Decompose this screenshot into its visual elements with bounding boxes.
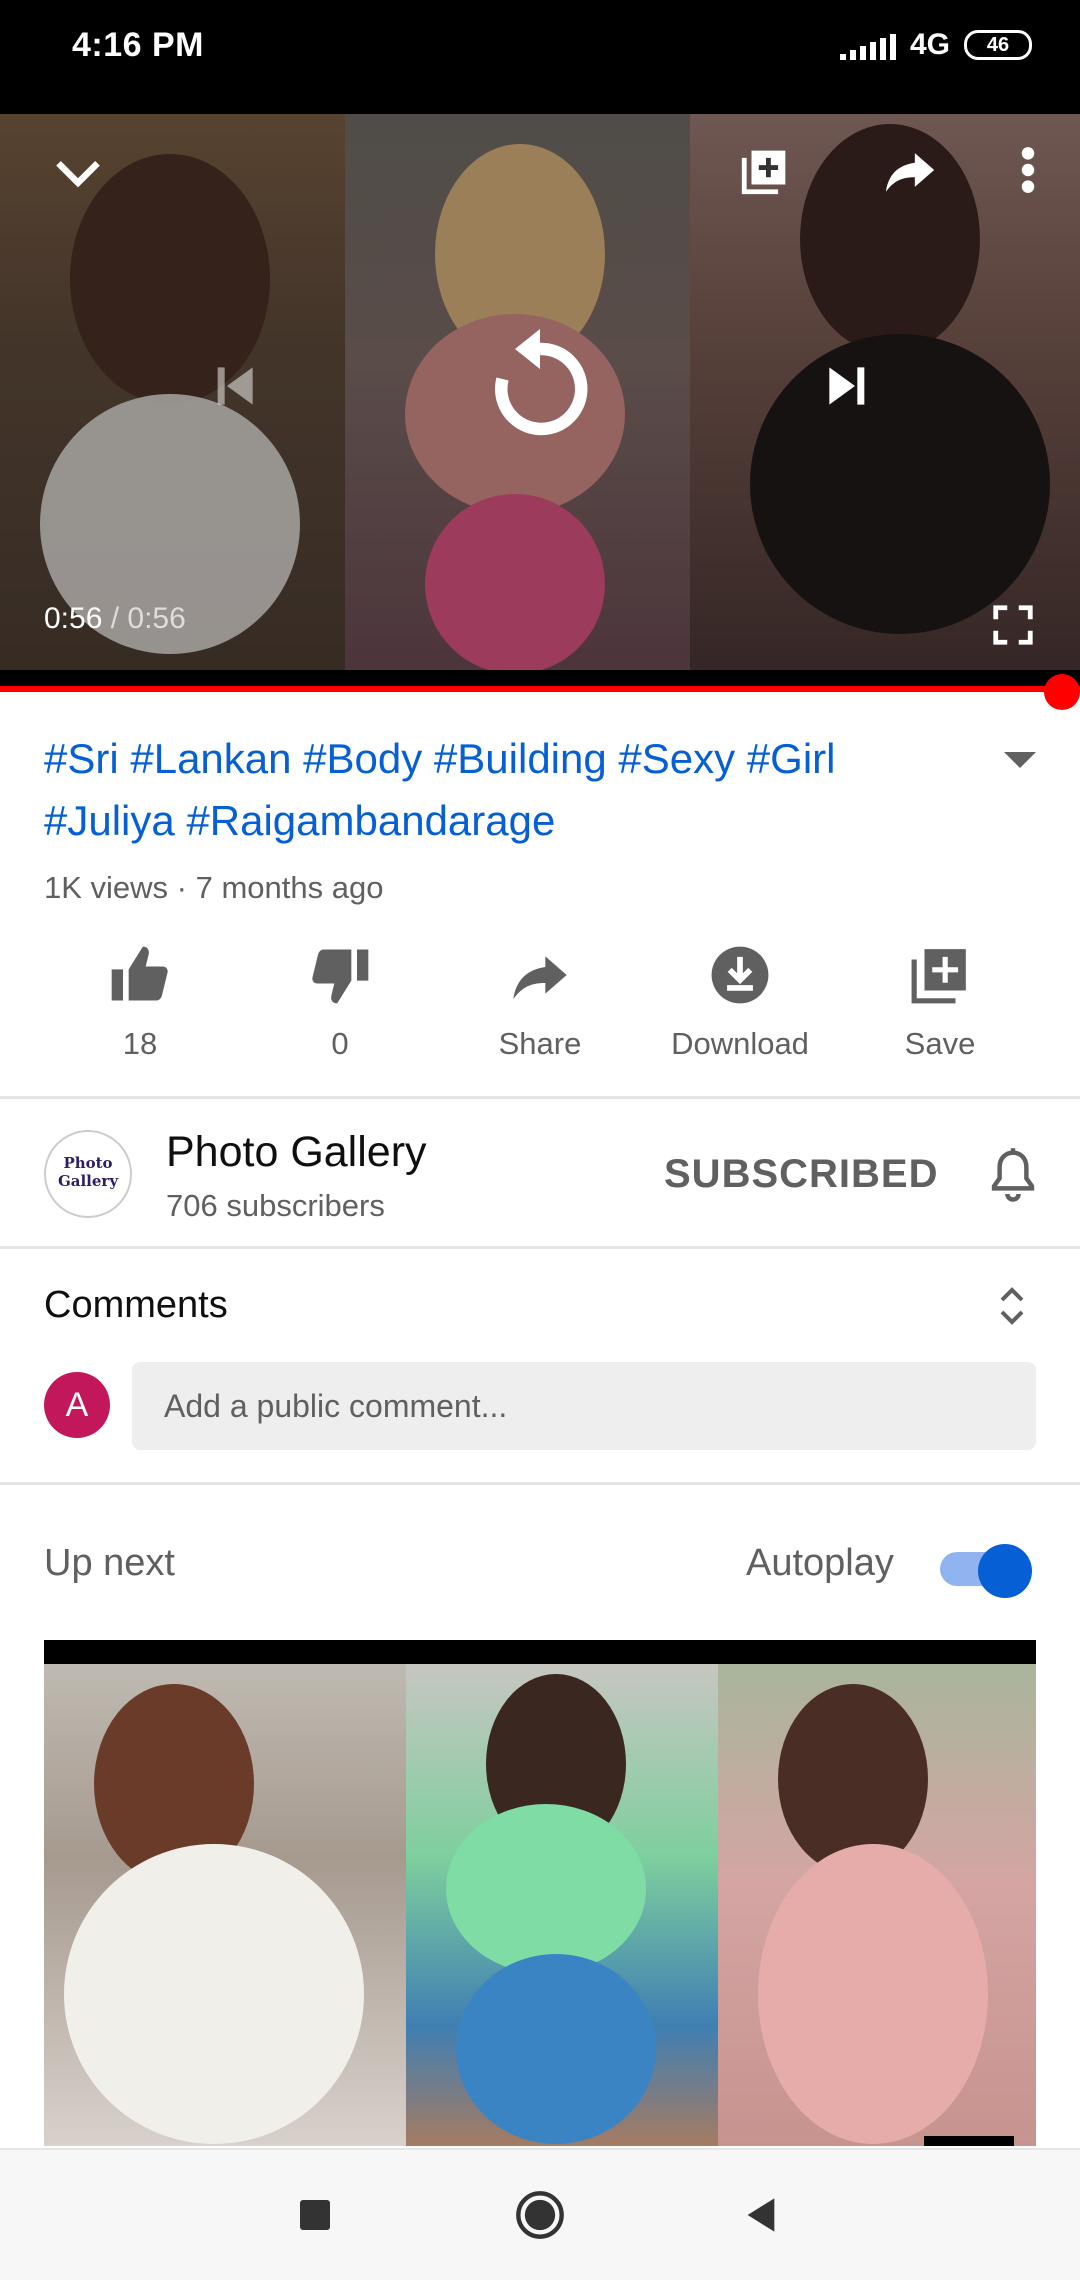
autoplay-knob	[978, 1544, 1032, 1598]
divider	[0, 1246, 1080, 1249]
action-bar: 18 0 Share Download Save	[0, 930, 1080, 1090]
autoplay-label: Autoplay	[746, 1542, 894, 1584]
progress-bar[interactable]	[0, 686, 1080, 692]
share-icon[interactable]	[870, 130, 950, 210]
share-label: Share	[498, 1026, 582, 1061]
home-icon[interactable]	[505, 2180, 575, 2250]
channel-logo: Photo Gallery	[57, 1154, 119, 1190]
stop-icon[interactable]	[280, 2180, 350, 2250]
video-player[interactable]: 0:56 / 0:56	[0, 114, 1080, 670]
thumbnail-frame-right	[718, 1664, 1036, 2146]
thumbnail-frame-left	[44, 1664, 406, 2146]
channel-avatar[interactable]: Photo Gallery	[44, 1130, 132, 1218]
autoplay-toggle[interactable]	[940, 1544, 1032, 1598]
thumbs-up-icon	[40, 930, 240, 1020]
channel-name[interactable]: Photo Gallery	[166, 1128, 427, 1177]
divider	[0, 1096, 1080, 1099]
expand-description-icon[interactable]	[1000, 748, 1040, 778]
video-meta: 1K views · 7 months ago	[44, 870, 384, 905]
bell-icon[interactable]	[986, 1146, 1042, 1206]
thumbnail-frame-center	[406, 1664, 718, 2146]
status-time: 4:16 PM	[72, 26, 204, 64]
expand-icon[interactable]	[996, 1284, 1032, 1328]
divider	[0, 1482, 1080, 1485]
add-to-playlist-icon[interactable]	[726, 130, 806, 210]
more-vert-icon[interactable]	[1000, 130, 1056, 210]
channel-subscribers: 706 subscribers	[166, 1188, 385, 1223]
up-next-title: Up next	[44, 1542, 175, 1584]
comment-input[interactable]: Add a public comment...	[132, 1362, 1036, 1450]
battery-icon: 46	[964, 30, 1032, 60]
like-button[interactable]: 18	[40, 930, 240, 1062]
progress-track	[0, 670, 1080, 686]
user-avatar[interactable]: A	[44, 1372, 110, 1438]
subscribed-button[interactable]: SUBSCRIBED	[664, 1152, 938, 1197]
duration-badge	[924, 2136, 1014, 2146]
like-count: 18	[122, 1026, 158, 1061]
total-duration: 0:56	[127, 602, 186, 635]
progress-scrubber[interactable]	[1044, 674, 1080, 710]
player-time: 0:56 / 0:56	[44, 602, 186, 635]
download-icon	[640, 930, 840, 1020]
status-bar: 4:16 PM 4G 46	[0, 0, 1080, 114]
replay-icon[interactable]	[470, 314, 610, 454]
thumbs-down-icon	[240, 930, 440, 1020]
network-type: 4G	[909, 28, 950, 61]
download-button[interactable]: Download	[640, 930, 840, 1062]
navigation-bar	[0, 2148, 1080, 2280]
up-next-thumbnail[interactable]	[44, 1640, 1036, 2146]
chevron-down-icon[interactable]	[40, 134, 116, 210]
dislike-button[interactable]: 0	[240, 930, 440, 1062]
previous-icon[interactable]	[196, 348, 272, 424]
comments-title[interactable]: Comments	[44, 1284, 228, 1327]
download-label: Download	[671, 1026, 809, 1061]
share-icon	[440, 930, 640, 1020]
status-indicators: 4G 46	[839, 28, 1032, 62]
add-to-playlist-icon	[840, 930, 1040, 1020]
save-button[interactable]: Save	[840, 930, 1040, 1062]
current-time: 0:56	[44, 602, 103, 635]
next-icon[interactable]	[810, 348, 886, 424]
signal-icon	[839, 30, 896, 60]
share-button[interactable]: Share	[440, 930, 640, 1062]
back-icon[interactable]	[726, 2180, 796, 2250]
fullscreen-icon[interactable]	[980, 592, 1046, 658]
save-label: Save	[904, 1026, 976, 1061]
video-title[interactable]: #Sri #Lankan #Body #Building #Sexy #Girl…	[44, 728, 944, 852]
dislike-count: 0	[331, 1026, 349, 1061]
